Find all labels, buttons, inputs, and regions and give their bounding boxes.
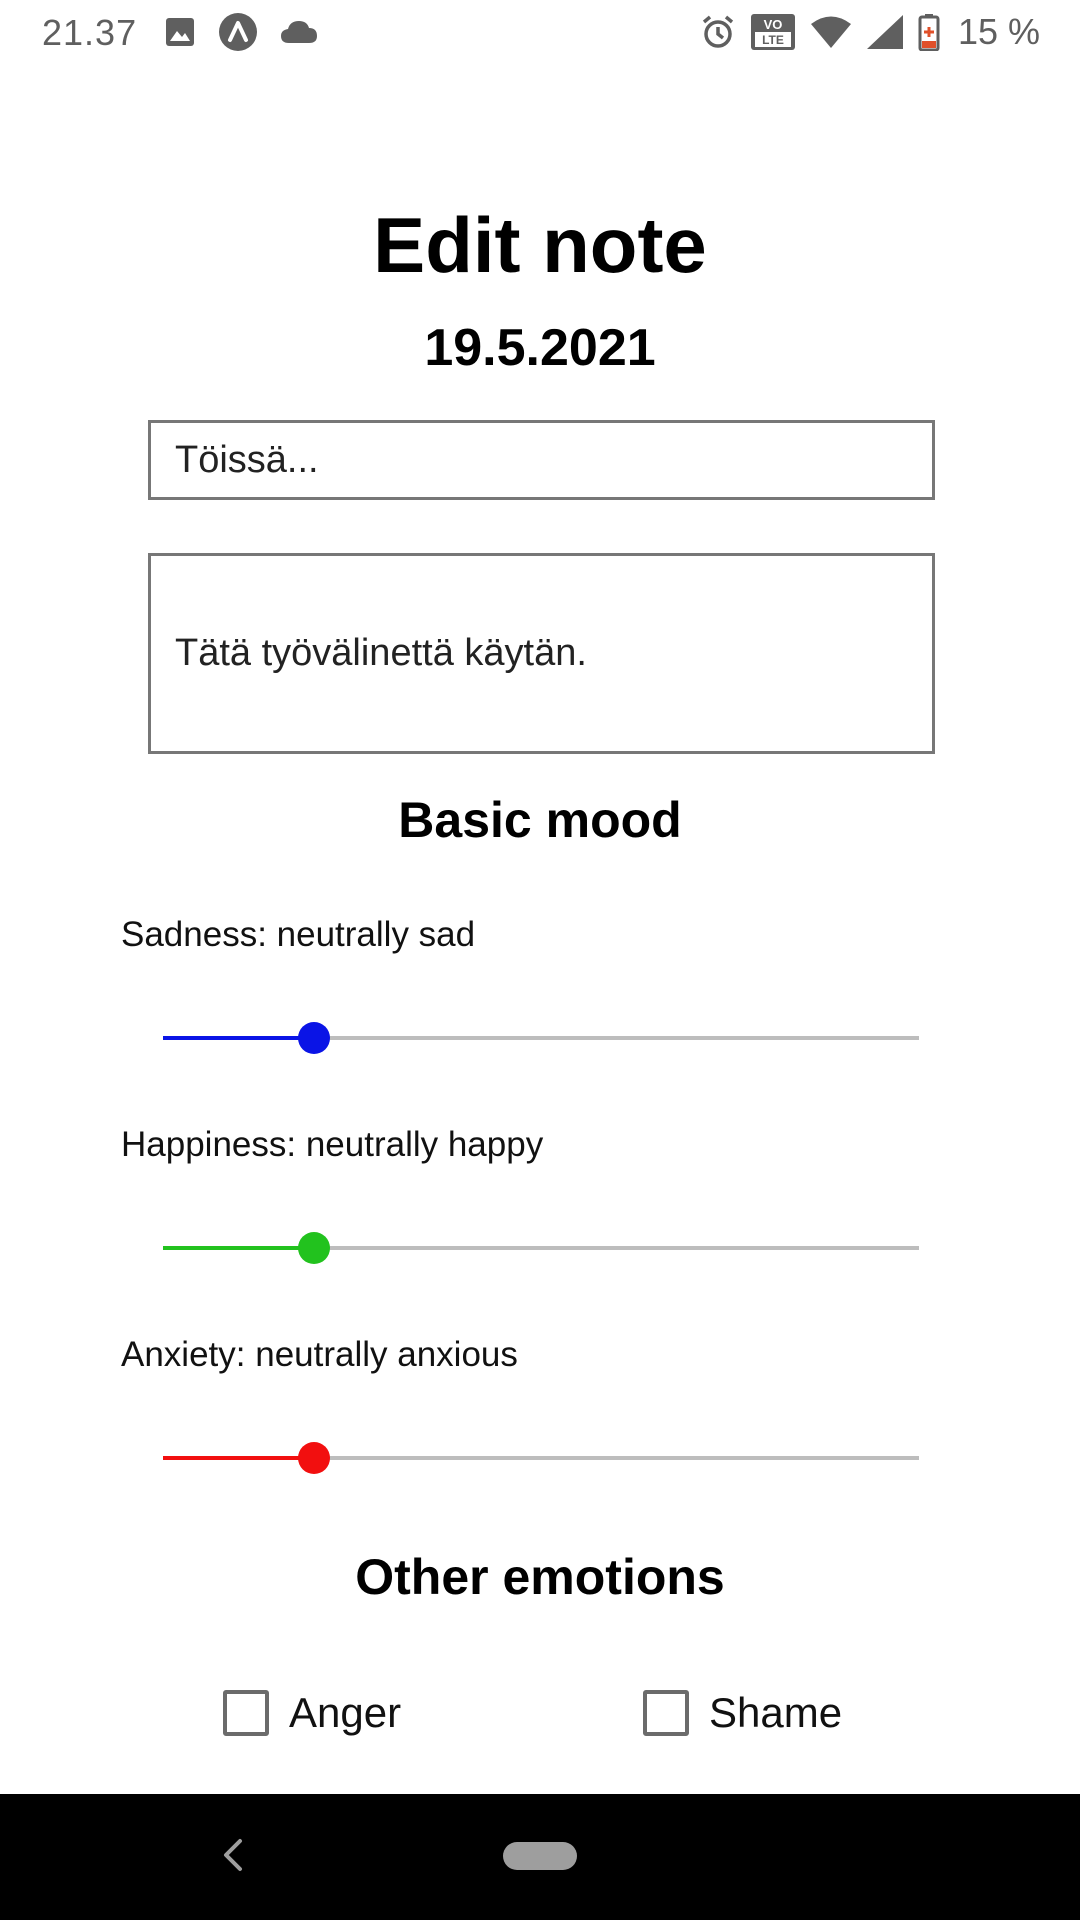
happiness-slider[interactable] [163,1228,919,1268]
shame-checkbox[interactable] [643,1690,689,1736]
app-icon [219,13,257,51]
basic-mood-heading: Basic mood [398,792,682,848]
slider-fill [163,1246,315,1250]
note-date: 19.5.2021 [424,319,656,377]
sadness-label: Sadness: neutrally sad [121,915,476,954]
anger-label: Anger [289,1689,402,1736]
anger-checkbox-row[interactable]: Anger [223,1689,401,1737]
cloud-icon [281,21,317,43]
wifi-icon [810,16,851,48]
note-title-input[interactable] [148,420,935,500]
volte-icon: VO LTE [750,14,795,50]
slider-thumb[interactable] [298,1442,331,1474]
alarm-icon [702,15,734,48]
home-pill-button[interactable] [503,1842,577,1870]
status-right-icons: VO LTE 15 % [700,11,1040,52]
note-body-input[interactable]: Tätä työvälinettä käytän. [148,553,935,754]
page-title: Edit note [373,201,707,289]
note-body-text: Tätä työvälinettä käytän. [175,632,587,674]
happiness-label: Happiness: neutrally happy [121,1125,544,1164]
status-bar: 21.37 VO LTE 15 % [0,0,1080,66]
status-left-icons [164,12,318,52]
anxiety-slider[interactable] [163,1438,919,1478]
signal-icon [866,15,903,49]
slider-thumb[interactable] [298,1022,331,1054]
other-emotions-heading: Other emotions [355,1549,725,1605]
system-nav-bar [0,1794,1080,1920]
slider-fill [163,1456,315,1460]
shame-checkbox-row[interactable]: Shame [643,1689,842,1737]
image-icon [166,18,194,46]
anxiety-label: Anxiety: neutrally anxious [121,1335,518,1374]
battery-icon [918,14,940,51]
slider-fill [163,1036,315,1040]
sadness-slider[interactable] [163,1018,919,1058]
slider-thumb[interactable] [298,1232,331,1264]
svg-text:VO: VO [764,17,783,32]
status-time: 21.37 [42,12,138,53]
anger-checkbox[interactable] [223,1690,269,1736]
back-icon[interactable] [218,1838,248,1872]
battery-percent: 15 % [957,11,1040,52]
shame-label: Shame [709,1689,843,1736]
svg-text:LTE: LTE [762,33,784,47]
